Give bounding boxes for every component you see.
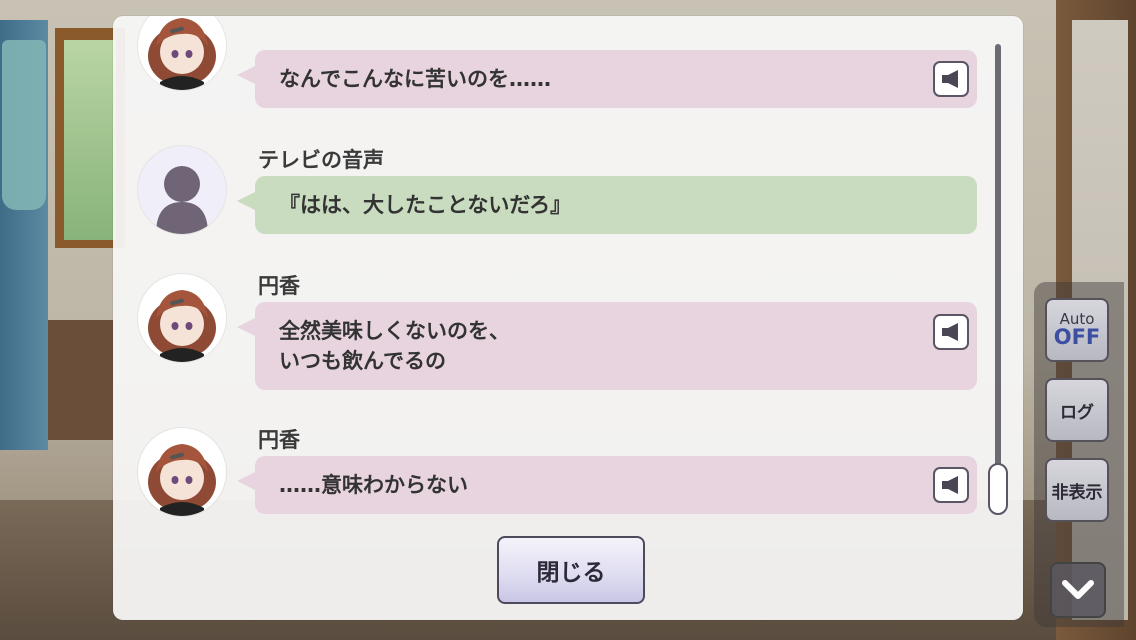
shelf	[48, 320, 113, 440]
scrollbar-track[interactable]	[995, 44, 1001, 514]
girl-avatar-icon	[148, 290, 216, 362]
dialogue-line: なんでこんなに苦いのを……	[279, 67, 551, 91]
voice-replay-button[interactable]	[933, 314, 969, 350]
dialogue-bubble: ……意味わからない	[237, 456, 977, 514]
girl-avatar	[138, 428, 226, 516]
backlog-list[interactable]: なんでこんなに苦いのを…… テレビの音声 『はは、大したことないだろ』 円香 全…	[113, 16, 993, 526]
auto-button[interactable]: Auto OFF	[1045, 298, 1109, 362]
dialogue-line: 全然美味しくないのを、	[279, 319, 510, 343]
speaker-icon	[942, 323, 958, 341]
speaker-name: 円香	[258, 274, 300, 298]
girl-avatar-icon	[148, 18, 216, 90]
dialogue-bubble: なんでこんなに苦いのを……	[237, 50, 977, 108]
chevron-down-icon	[1062, 580, 1094, 599]
girl-avatar	[138, 274, 226, 362]
silhouette-avatar	[138, 146, 226, 234]
hide-ui-button[interactable]: 非表示	[1045, 458, 1109, 522]
close-button[interactable]: 閉じる	[497, 536, 645, 604]
dialogue-bubble: 『はは、大したことないだろ』	[237, 176, 977, 234]
dialogue-line: ……意味わからない	[279, 473, 468, 497]
speaker-name: テレビの音声	[258, 148, 384, 172]
speaker-name: 円香	[258, 428, 300, 452]
speaker-icon	[942, 70, 958, 88]
girl-avatar-icon	[148, 444, 216, 516]
voice-replay-button[interactable]	[933, 467, 969, 503]
dialogue-line: いつも飲んでるの	[279, 349, 446, 373]
girl-avatar	[138, 16, 226, 90]
log-button[interactable]: ログ	[1045, 378, 1109, 442]
hide-ui-button-label: 非表示	[1051, 482, 1103, 503]
dialogue-bubble: 全然美味しくないのを、 いつも飲んでるの	[237, 302, 977, 390]
voice-replay-button[interactable]	[933, 61, 969, 97]
close-button-label: 閉じる	[536, 560, 606, 586]
person-silhouette-icon	[156, 166, 208, 234]
dialogue-line: 『はは、大したことないだろ』	[279, 193, 572, 217]
log-button-label: ログ	[1060, 402, 1094, 423]
scrollbar-thumb[interactable]	[988, 463, 1008, 515]
auto-button-state: OFF	[1053, 325, 1101, 349]
speaker-icon	[942, 476, 958, 494]
menu-collapse-button[interactable]	[1050, 562, 1106, 618]
hanging-jacket	[2, 40, 46, 210]
window-glass	[64, 40, 116, 240]
backlog-modal: なんでこんなに苦いのを…… テレビの音声 『はは、大したことないだろ』 円香 全…	[113, 16, 1023, 620]
